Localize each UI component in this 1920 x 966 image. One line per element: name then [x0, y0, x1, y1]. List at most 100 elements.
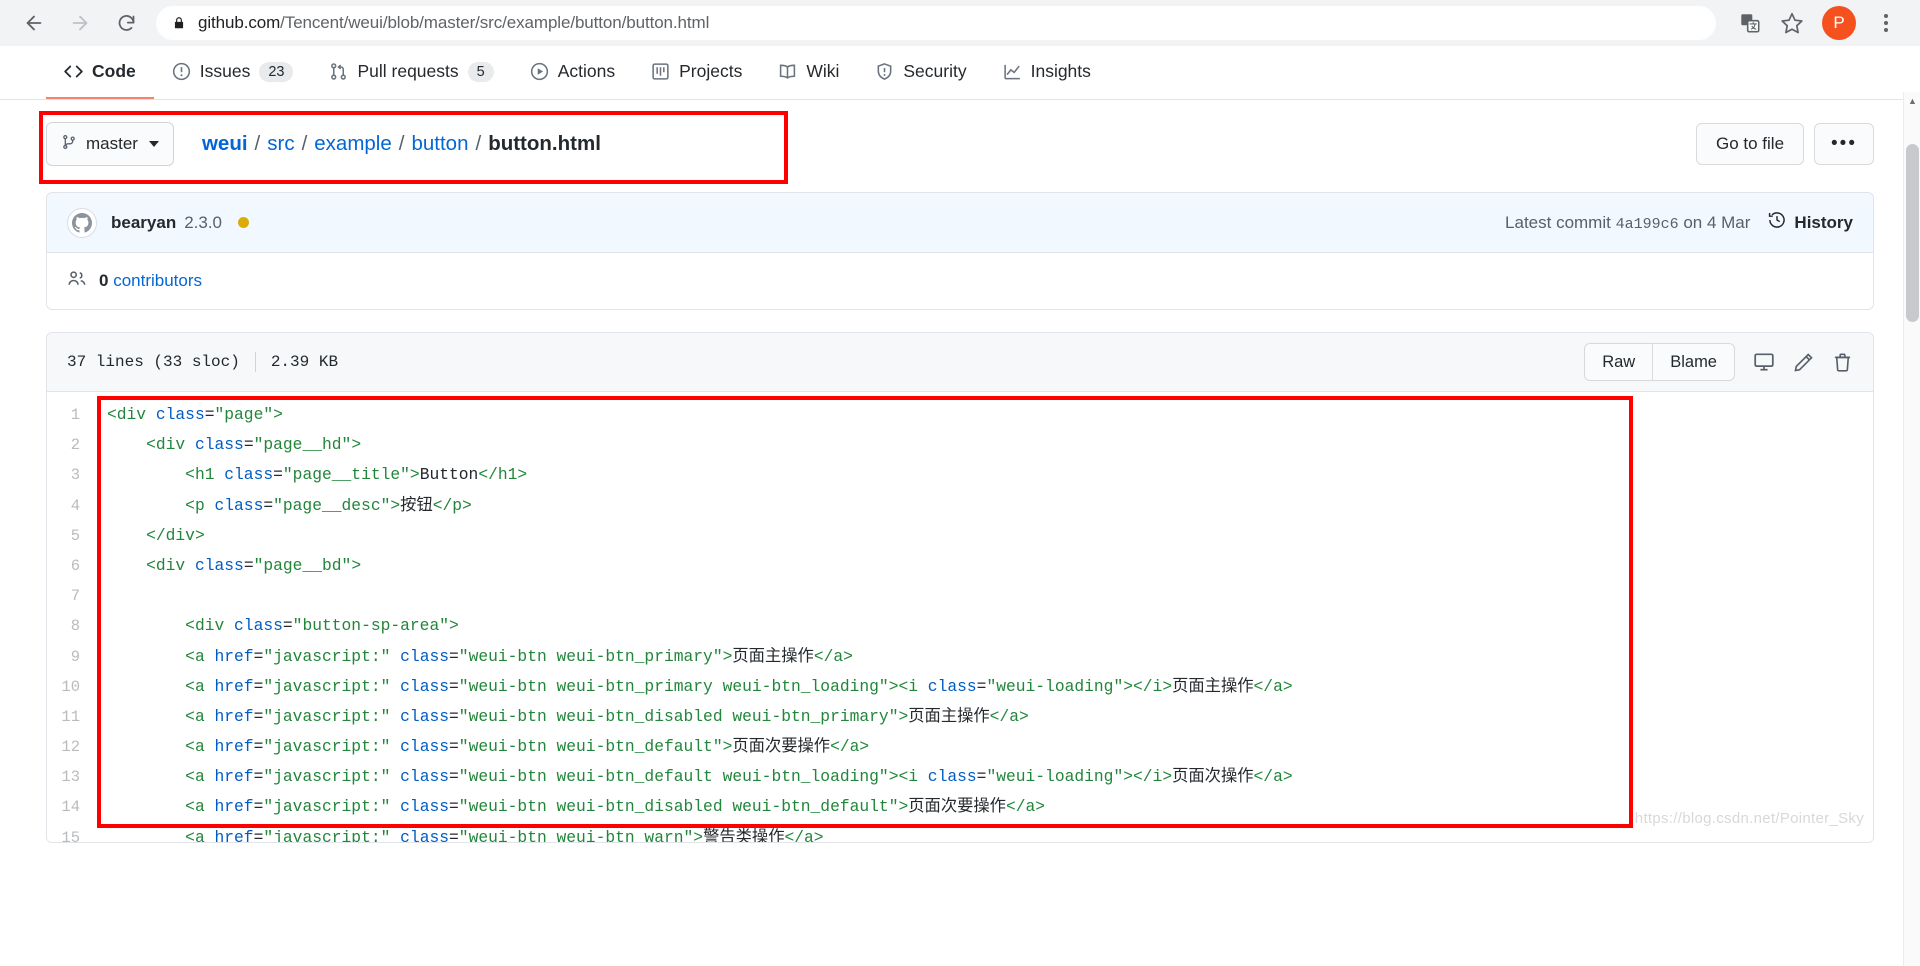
branch-selector[interactable]: master	[46, 122, 174, 166]
commit-sha[interactable]: 4a199c6	[1616, 216, 1679, 233]
tab-wiki[interactable]: Wiki	[760, 46, 857, 99]
url-host: github.com	[198, 13, 281, 32]
back-arrow-icon	[26, 15, 42, 31]
tab-issues[interactable]: Issues 23	[154, 46, 312, 99]
reload-button[interactable]	[106, 3, 146, 43]
book-icon	[778, 62, 797, 81]
code-line: </div>	[146, 525, 205, 545]
breadcrumb-item-button[interactable]: button	[411, 132, 468, 156]
page-scrollbar[interactable]: ▲ ▼	[1903, 92, 1920, 966]
code-line: <a href="javascript:" class="weui-btn we…	[185, 676, 1293, 696]
code-line: <div class="button-sp-area">	[185, 616, 459, 636]
delete-file-button[interactable]	[1832, 352, 1853, 373]
contributors-row[interactable]: 0 contributors	[47, 253, 1873, 309]
line-number[interactable]: 14	[47, 792, 89, 822]
tab-projects[interactable]: Projects	[633, 46, 760, 99]
breadcrumb-filename: button.html	[488, 132, 601, 155]
history-link[interactable]: History	[1768, 211, 1853, 234]
forward-button[interactable]	[60, 3, 100, 43]
line-count: 37 lines (33 sloc)	[67, 353, 240, 371]
commit-date: on 4 Mar	[1683, 212, 1751, 232]
line-number[interactable]: 2	[47, 430, 89, 460]
code-line: <a href="javascript:" class="weui-btn we…	[185, 706, 1029, 726]
code-icon	[64, 62, 83, 81]
tab-insights[interactable]: Insights	[985, 46, 1109, 99]
open-in-desktop-button[interactable]	[1753, 351, 1775, 373]
more-options-button[interactable]: •••	[1814, 123, 1874, 165]
page-content: Code Issues 23 Pull requests 5 Actions P…	[0, 46, 1920, 966]
scrollbar-thumb[interactable]	[1906, 144, 1919, 322]
tab-issues-label: Issues	[199, 61, 251, 81]
commit-status-dot[interactable]	[238, 217, 250, 228]
line-number[interactable]: 12	[47, 732, 89, 762]
code-content[interactable]: <div class="page"> <div class="page__hd"…	[89, 392, 1873, 842]
line-number[interactable]: 8	[47, 611, 89, 641]
line-number[interactable]: 6	[47, 551, 89, 581]
git-branch-icon	[61, 134, 77, 155]
tab-pull-requests[interactable]: Pull requests 5	[311, 46, 511, 99]
tab-pull-requests-label: Pull requests	[357, 61, 459, 81]
tab-code[interactable]: Code	[46, 46, 154, 99]
breadcrumb-item-weui[interactable]: weui	[202, 132, 248, 156]
url-path: /Tencent/weui/blob/master/src/example/bu…	[280, 13, 710, 32]
lock-icon	[172, 15, 186, 31]
latest-commit-label: Latest commit	[1505, 212, 1611, 232]
line-number[interactable]: 5	[47, 521, 89, 551]
code-viewer[interactable]: 12345678910111213141516 <div class="page…	[47, 392, 1873, 842]
scroll-up-arrow[interactable]: ▲	[1904, 92, 1920, 109]
line-number[interactable]: 1	[47, 400, 89, 430]
octocat-avatar	[67, 207, 97, 238]
translate-button[interactable]: G	[1730, 3, 1770, 43]
breadcrumb-separator: /	[301, 132, 308, 155]
go-to-file-button[interactable]: Go to file	[1695, 123, 1805, 165]
commit-message[interactable]: 2.3.0	[184, 213, 222, 233]
line-number[interactable]: 9	[47, 642, 89, 672]
tab-security-label: Security	[903, 61, 967, 81]
code-line: <div class="page">	[107, 405, 283, 424]
profile-avatar[interactable]: P	[1822, 6, 1856, 40]
tab-security[interactable]: Security	[857, 46, 984, 99]
shield-icon	[875, 62, 894, 81]
line-number[interactable]: 13	[47, 762, 89, 792]
url-text: github.com/Tencent/weui/blob/master/src/…	[198, 13, 709, 33]
breadcrumb-item-example[interactable]: example	[314, 132, 392, 156]
browser-actions: G P	[1730, 3, 1906, 43]
code-line: <a href="javascript:" class="weui-btn we…	[185, 646, 853, 666]
line-number[interactable]: 11	[47, 702, 89, 732]
graph-icon	[1003, 62, 1022, 81]
history-icon	[1768, 211, 1786, 234]
git-pull-request-icon	[329, 62, 348, 81]
edit-file-button[interactable]	[1793, 352, 1814, 373]
line-number[interactable]: 15	[47, 823, 89, 842]
line-number[interactable]: 4	[47, 491, 89, 521]
code-line: <h1 class="page__title">Button</h1>	[185, 465, 528, 485]
branch-name: master	[86, 134, 138, 153]
back-button[interactable]	[14, 3, 54, 43]
tab-actions-label: Actions	[557, 61, 616, 81]
tab-projects-label: Projects	[679, 61, 743, 81]
play-icon	[530, 62, 549, 81]
line-number[interactable]: 7	[47, 581, 89, 611]
blame-button[interactable]: Blame	[1652, 343, 1735, 381]
kebab-menu-icon	[1884, 14, 1888, 32]
code-line: <a href="javascript:" class="weui-btn we…	[185, 797, 1046, 817]
file-meta: 37 lines (33 sloc) 2.39 KB	[67, 352, 338, 372]
commit-author[interactable]: bearyan	[111, 213, 176, 233]
browser-menu-button[interactable]	[1866, 3, 1906, 43]
code-line: <p class="page__desc">按钮</p>	[185, 495, 472, 515]
meta-divider	[254, 352, 256, 372]
raw-button[interactable]: Raw	[1584, 343, 1653, 381]
bookmark-button[interactable]	[1772, 3, 1812, 43]
breadcrumb-item-src[interactable]: src	[267, 132, 294, 156]
tab-actions[interactable]: Actions	[512, 46, 633, 99]
line-number[interactable]: 10	[47, 672, 89, 702]
line-number-gutter: 12345678910111213141516	[47, 392, 89, 842]
line-number[interactable]: 3	[47, 460, 89, 490]
tab-insights-label: Insights	[1030, 61, 1091, 81]
address-bar[interactable]: github.com/Tencent/weui/blob/master/src/…	[156, 6, 1716, 40]
issues-count: 23	[259, 61, 294, 82]
contributors-count: 0	[99, 271, 109, 290]
people-icon	[67, 269, 87, 294]
browser-toolbar: github.com/Tencent/weui/blob/master/src/…	[0, 0, 1920, 46]
